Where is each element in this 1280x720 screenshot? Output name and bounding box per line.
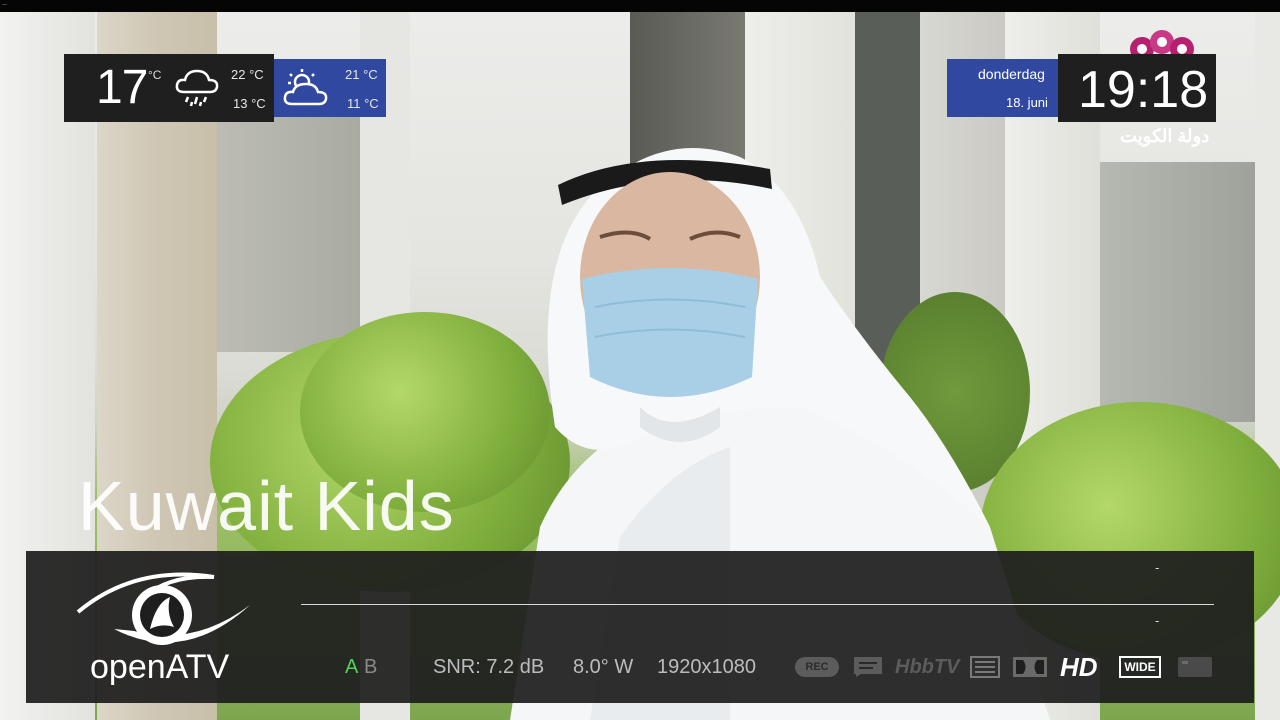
hbbtv-icon: HbbTV	[895, 656, 960, 678]
wide-icon: WIDE	[1119, 656, 1161, 678]
broadcaster-logo-text: دولة الكويت	[1120, 126, 1210, 146]
today-high: 22 °C	[231, 67, 264, 82]
event-next-dash: -	[1155, 614, 1160, 628]
subtitle-icon	[854, 657, 882, 677]
channel-name: Kuwait Kids	[78, 467, 455, 545]
rec-icon-label: REC	[805, 661, 829, 673]
date-label: 18. juni	[1006, 95, 1048, 110]
current-temperature: 17	[96, 61, 148, 114]
window	[217, 92, 367, 352]
orbital-position: 8.0° W	[573, 656, 634, 678]
crypt-icon	[1178, 657, 1212, 677]
progress-line	[301, 604, 1214, 605]
openatv-brand: openATV	[90, 648, 230, 686]
dolby-icon	[1013, 657, 1047, 677]
teletext-icon	[970, 656, 1000, 678]
snr-readout: SNR: 7.2 dB	[433, 656, 545, 678]
clock-time: 19:18	[1078, 61, 1209, 119]
openatv-eye-logo-icon	[76, 572, 250, 645]
partly-sunny-icon	[283, 69, 328, 106]
rec-icon: REC	[795, 657, 839, 677]
temperature-unit: °C	[148, 68, 162, 82]
corner-mark: —	[2, 2, 7, 8]
tuner-a-indicator: A	[345, 656, 359, 678]
window	[1100, 162, 1260, 422]
event-now-dash: -	[1155, 561, 1160, 575]
hd-icon: HD	[1060, 652, 1098, 682]
tuner-b-indicator: B	[364, 656, 378, 678]
weekday-label: donderdag	[978, 66, 1045, 82]
video-resolution: 1920x1080	[657, 656, 756, 678]
top-black-strip	[0, 0, 1280, 12]
today-low: 13 °C	[233, 96, 266, 111]
tomorrow-high: 21 °C	[345, 67, 378, 82]
tomorrow-low: 11 °C	[347, 96, 379, 111]
rain-cloud-icon	[175, 69, 219, 107]
